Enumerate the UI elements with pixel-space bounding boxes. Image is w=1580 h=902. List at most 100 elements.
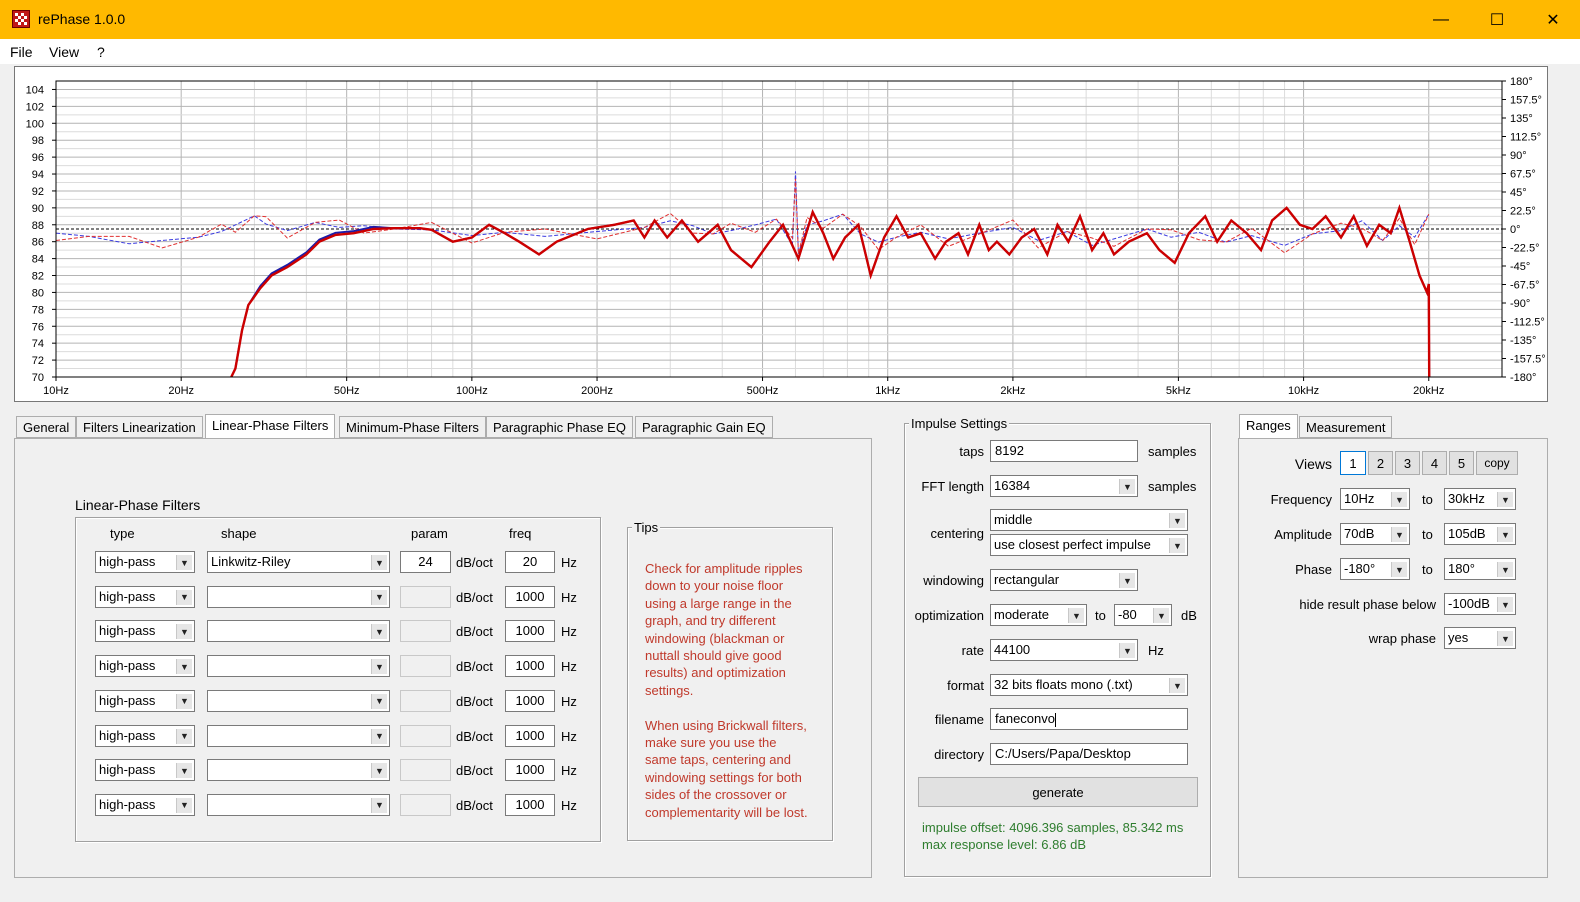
phase-tick-label: -90°: [1510, 298, 1530, 310]
phase-tick-label: 112.5°: [1510, 132, 1541, 144]
tab-ranges[interactable]: Ranges: [1239, 414, 1298, 439]
filter-type-select[interactable]: high-pass ▼: [95, 759, 195, 782]
frequency-to-select[interactable]: 30kHz ▼: [1444, 488, 1516, 510]
tab-paragraphic-phase-eq[interactable]: Paragraphic Phase EQ: [486, 416, 633, 438]
filter-type-select[interactable]: high-pass ▼: [95, 620, 195, 643]
filter-param-input[interactable]: [400, 689, 451, 712]
tab-filters-linearization[interactable]: Filters Linearization: [76, 416, 203, 438]
filter-type-select[interactable]: high-pass ▼: [95, 793, 195, 816]
optimization-select[interactable]: moderate ▼: [990, 604, 1087, 626]
filter-freq-input[interactable]: 1000: [505, 620, 555, 643]
filter-freq-input[interactable]: 1000: [505, 655, 555, 678]
chevron-down-icon: ▼: [1119, 643, 1135, 658]
menu-help[interactable]: ?: [97, 44, 105, 60]
phase-from-select[interactable]: -180° ▼: [1340, 558, 1410, 580]
filter-param-input[interactable]: [400, 724, 451, 747]
menu-file[interactable]: File: [10, 44, 33, 60]
filter-type-select[interactable]: high-pass ▼: [95, 724, 195, 747]
chevron-down-icon: ▼: [1169, 678, 1185, 693]
tips-text: Check for amplitude ripples down to your…: [645, 561, 808, 820]
filter-param-input[interactable]: [400, 793, 451, 816]
wrap-phase-select[interactable]: yes ▼: [1444, 627, 1516, 649]
filter-type-select[interactable]: high-pass ▼: [95, 655, 195, 678]
centering-label: centering: [930, 526, 984, 541]
copy-view-button[interactable]: copy: [1476, 451, 1518, 475]
amplitude-tick-label: 92: [32, 186, 44, 198]
amplitude-tick-label: 74: [32, 338, 44, 350]
close-icon[interactable]: ✕: [1525, 0, 1580, 39]
windowing-select[interactable]: rectangular ▼: [990, 569, 1138, 591]
view-3-button[interactable]: 3: [1395, 451, 1420, 475]
chevron-down-icon: ▼: [1497, 631, 1513, 646]
filter-freq-input[interactable]: 1000: [505, 759, 555, 782]
tab-paragraphic-gain-eq[interactable]: Paragraphic Gain EQ: [635, 416, 773, 438]
filter-shape-select[interactable]: ▼: [207, 759, 390, 782]
frequency-tick-label: 2kHz: [1000, 385, 1025, 397]
filter-param-input[interactable]: [400, 759, 451, 782]
view-4-button[interactable]: 4: [1422, 451, 1447, 475]
filter-param-input[interactable]: 24: [400, 551, 451, 573]
menu-view[interactable]: View: [49, 44, 79, 60]
tab-minimum-phase-filters[interactable]: Minimum-Phase Filters: [339, 416, 486, 438]
amplitude-tick-label: 90: [32, 203, 44, 215]
filter-type-value: high-pass: [99, 658, 156, 674]
generate-button[interactable]: generate: [918, 777, 1198, 807]
filter-shape-select[interactable]: ▼: [207, 655, 390, 678]
amplitude-to-select[interactable]: 105dB ▼: [1444, 523, 1516, 545]
filter-freq-input[interactable]: 20: [505, 551, 555, 573]
filter-param-input[interactable]: [400, 585, 451, 608]
filter-param-input[interactable]: [400, 620, 451, 643]
linear-phase-group-title: Linear-Phase Filters: [75, 497, 201, 513]
directory-input[interactable]: C:/Users/Papa/Desktop: [990, 743, 1188, 765]
frequency-tick-label: 5kHz: [1166, 385, 1191, 397]
format-select[interactable]: 32 bits floats mono (.txt) ▼: [990, 674, 1188, 696]
optimization-db-select[interactable]: -80 ▼: [1114, 604, 1172, 626]
maximize-icon[interactable]: ☐: [1469, 0, 1525, 39]
centering-select[interactable]: middle ▼: [990, 509, 1188, 531]
rate-select[interactable]: 44100 ▼: [990, 639, 1138, 661]
phase-to-select[interactable]: 180° ▼: [1444, 558, 1516, 580]
filter-shape-select[interactable]: ▼: [207, 585, 390, 608]
taps-input[interactable]: 8192: [990, 440, 1138, 462]
fft-length-select[interactable]: 16384 ▼: [990, 475, 1138, 497]
rate-value: 44100: [994, 642, 1031, 657]
view-2-button[interactable]: 2: [1368, 451, 1393, 475]
filter-shape-select[interactable]: ▼: [207, 724, 390, 747]
filter-shape-select[interactable]: ▼: [207, 689, 390, 712]
filter-freq-input[interactable]: 1000: [505, 793, 555, 816]
response-graph-canvas[interactable]: 104102100989694929088868482807876747270 …: [14, 66, 1548, 402]
centering-mode-select[interactable]: use closest perfect impulse ▼: [990, 534, 1188, 556]
amplitude-from-select[interactable]: 70dB ▼: [1340, 523, 1410, 545]
filter-type-value: high-pass: [99, 762, 156, 778]
tab-linear-phase-filters[interactable]: Linear-Phase Filters: [205, 414, 336, 439]
frequency-from-select[interactable]: 10Hz ▼: [1340, 488, 1410, 510]
views-label: Views: [1294, 456, 1332, 472]
amplitude-tick-label: 78: [32, 304, 44, 316]
tab-measurement[interactable]: Measurement: [1299, 416, 1393, 438]
filter-type-select[interactable]: high-pass ▼: [95, 585, 195, 608]
filter-freq-input[interactable]: 1000: [505, 585, 555, 608]
view-1-button[interactable]: 1: [1340, 451, 1366, 475]
impulse-settings-title: Impulse Settings: [909, 416, 1010, 431]
filter-shape-select[interactable]: Linkwitz-Riley ▼: [207, 551, 390, 573]
filter-param-input[interactable]: [400, 655, 451, 678]
view-5-button[interactable]: 5: [1449, 451, 1474, 475]
tips-title: Tips: [632, 520, 661, 535]
filter-shape-select[interactable]: ▼: [207, 620, 390, 643]
amplitude-tick-label: 100: [26, 118, 44, 130]
filter-freq-input[interactable]: 1000: [505, 689, 555, 712]
chevron-down-icon: ▼: [371, 589, 387, 605]
amplitude-tick-label: 70: [32, 372, 44, 384]
filter-type-select[interactable]: high-pass ▼: [95, 689, 195, 712]
filename-input[interactable]: faneconvo: [990, 708, 1188, 730]
filter-type-select[interactable]: high-pass ▼: [95, 551, 195, 573]
hide-phase-select[interactable]: -100dB ▼: [1444, 593, 1516, 615]
optimization-to-label: to: [1095, 608, 1106, 623]
amplitude-tick-label: 88: [32, 220, 44, 232]
filter-shape-select[interactable]: ▼: [207, 793, 390, 816]
frequency-tick-label: 20Hz: [168, 385, 194, 397]
tab-general[interactable]: General: [16, 416, 77, 438]
minimize-icon[interactable]: —: [1413, 0, 1469, 39]
amplitude-tick-label: 86: [32, 237, 44, 249]
filter-freq-input[interactable]: 1000: [505, 724, 555, 747]
